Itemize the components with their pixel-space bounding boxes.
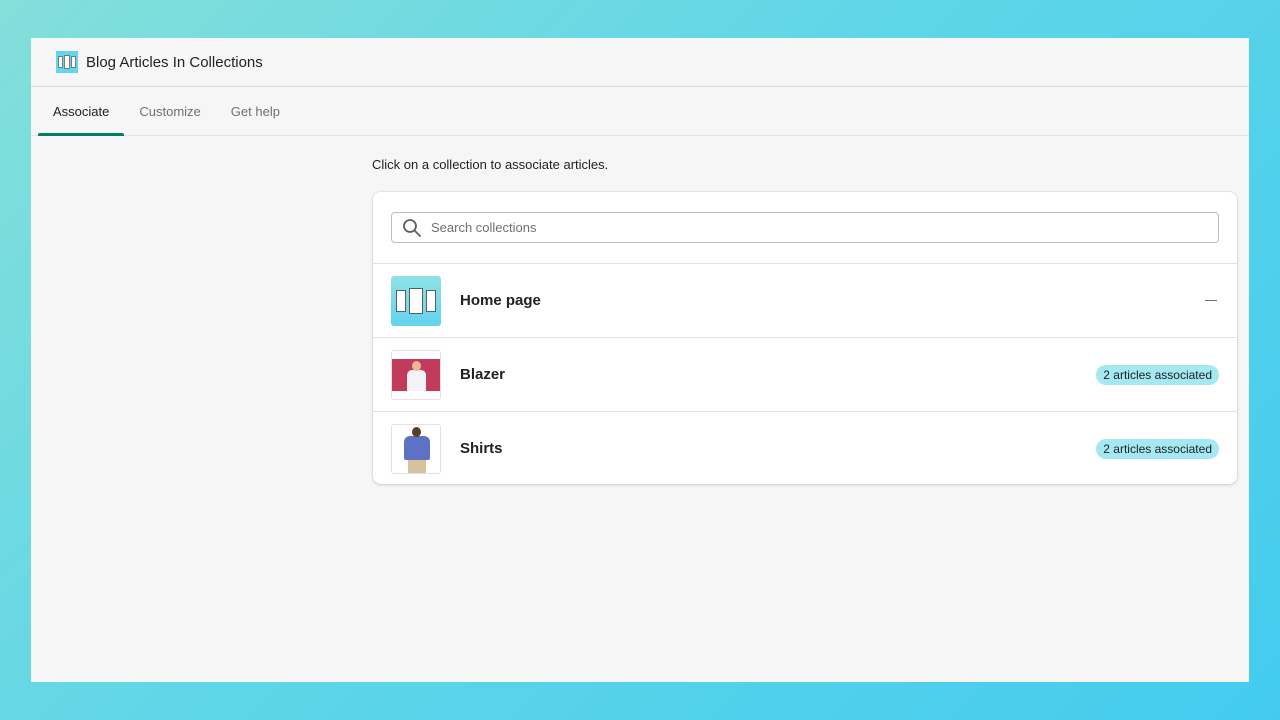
minus-icon[interactable] [1205, 300, 1217, 301]
tab-associate[interactable]: Associate [38, 87, 125, 136]
collections-card: Home page Blazer 2 articles associated S… [373, 192, 1237, 484]
search-field[interactable] [391, 212, 1219, 243]
collection-row-home-page[interactable]: Home page [373, 264, 1237, 338]
tab-bar: Associate Customize Get help [31, 87, 1249, 136]
shirts-thumbnail [391, 423, 441, 474]
tab-customize[interactable]: Customize [124, 87, 215, 135]
app-title: Blog Articles In Collections [86, 53, 263, 71]
blazer-thumbnail [391, 349, 441, 400]
app-header: Blog Articles In Collections [31, 38, 1249, 87]
home-page-thumbnail [391, 275, 441, 326]
instruction-text: Click on a collection to associate artic… [372, 157, 609, 172]
collection-title: Home page [460, 292, 541, 309]
collection-row-shirts[interactable]: Shirts 2 articles associated [373, 412, 1237, 484]
articles-associated-badge: 2 articles associated [1096, 364, 1219, 385]
collection-title: Blazer [460, 366, 506, 383]
search-icon [402, 218, 422, 238]
collection-row-blazer[interactable]: Blazer 2 articles associated [373, 338, 1237, 412]
search-section [373, 192, 1237, 264]
collection-title: Shirts [460, 440, 503, 457]
articles-associated-badge: 2 articles associated [1096, 438, 1219, 459]
search-input[interactable] [429, 219, 1218, 236]
app-logo-icon [56, 51, 78, 73]
app-window: Blog Articles In Collections Associate C… [31, 38, 1249, 682]
tab-get-help[interactable]: Get help [216, 87, 295, 135]
